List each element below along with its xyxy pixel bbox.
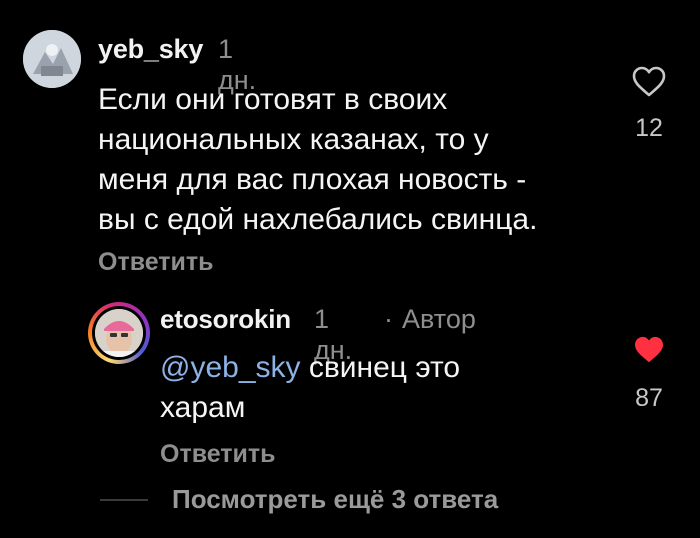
replies-divider — [100, 499, 148, 501]
story-ring[interactable] — [88, 302, 150, 364]
meta-separator: · — [384, 304, 393, 334]
like-count: 12 — [635, 114, 663, 142]
comment-text-line: @yeb_sky свинец это — [160, 348, 600, 388]
heart-outline-icon[interactable] — [632, 66, 666, 98]
reply-button[interactable]: Ответить — [98, 248, 214, 277]
comment-text-line: меня для вас плохая новость - — [98, 163, 527, 196]
heart-filled-icon[interactable] — [634, 336, 664, 364]
avatar-frame — [92, 306, 146, 360]
comment-text-line: национальных казанах, то у — [98, 123, 489, 156]
comment-text-line: вы с едой нахлебались свинца. — [98, 203, 538, 236]
like-count: 87 — [635, 384, 663, 412]
comment-text-line: Если они готовят в своих — [98, 83, 448, 116]
avatar[interactable] — [95, 309, 143, 357]
author-badge: Автор — [402, 304, 476, 334]
reply-button[interactable]: Ответить — [160, 440, 276, 469]
comment-text: @yeb_sky свинец это харам — [160, 348, 600, 428]
avatar[interactable] — [23, 30, 81, 88]
comment-username[interactable]: yeb_sky — [98, 34, 203, 65]
comment-text-line: харам — [160, 391, 246, 424]
comment-text-segment: свинец это — [300, 351, 461, 384]
comment-text: Если они готовят в своих национальных ка… — [98, 80, 618, 240]
view-more-replies-button[interactable]: Посмотреть ещё 3 ответа — [172, 484, 498, 515]
mention-link[interactable]: @yeb_sky — [160, 351, 301, 384]
comment-username[interactable]: etosorokin — [160, 304, 291, 335]
